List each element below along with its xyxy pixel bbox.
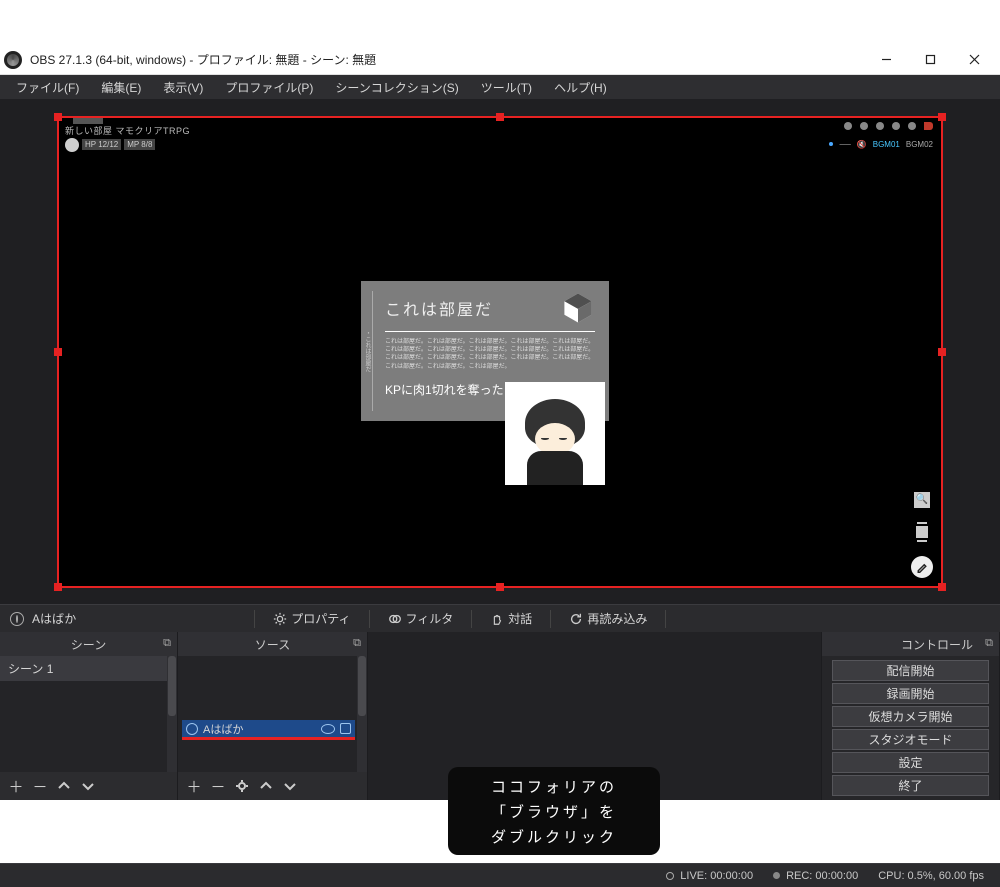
- context-source-name: Aはばか: [32, 610, 76, 627]
- scrollbar[interactable]: [167, 656, 177, 772]
- scenes-title: シーン: [71, 636, 106, 653]
- annotation-arrow: [380, 803, 440, 817]
- rec-time: REC: 00:00:00: [786, 870, 858, 882]
- filters-label: フィルタ: [406, 610, 454, 627]
- scenes-toolbar: ＋ －: [0, 772, 177, 800]
- record-icon: [773, 872, 780, 879]
- preview-area: 新しい部屋 マモクリアTRPG HP 12/12 MP 8/8 ── 🔇 BGM…: [0, 99, 1000, 604]
- menu-file[interactable]: ファイル(F): [6, 76, 89, 99]
- annotation-line3: ダブルクリック: [491, 826, 617, 847]
- preview-canvas[interactable]: 新しい部屋 マモクリアTRPG HP 12/12 MP 8/8 ── 🔇 BGM…: [57, 116, 943, 588]
- source-properties-button[interactable]: [232, 776, 252, 796]
- move-scene-down-button[interactable]: [78, 776, 98, 796]
- menubar: ファイル(F) 編集(E) 表示(V) プロファイル(P) シーンコレクション(…: [0, 75, 1000, 99]
- sources-dock: ソース ⧉ Aはばか ＋ －: [178, 632, 368, 800]
- controls-header[interactable]: コントロール ⧉: [822, 632, 999, 656]
- properties-button[interactable]: プロパティ: [265, 607, 358, 630]
- selection-box[interactable]: [57, 116, 943, 588]
- scenes-dock: シーン ⧉ シーン 1 ＋ －: [0, 632, 178, 800]
- app-window: OBS 27.1.3 (64-bit, windows) - プロファイル: 無…: [0, 45, 1000, 887]
- menu-view[interactable]: 表示(V): [153, 76, 213, 99]
- sources-list[interactable]: Aはばか: [178, 656, 367, 772]
- popout-icon[interactable]: ⧉: [985, 637, 993, 650]
- add-scene-button[interactable]: ＋: [6, 776, 26, 796]
- broadcast-icon: [666, 872, 674, 880]
- status-bar: LIVE: 00:00:00 REC: 00:00:00 CPU: 0.5%, …: [0, 863, 1000, 887]
- reload-icon: [569, 612, 583, 626]
- titlebar: OBS 27.1.3 (64-bit, windows) - プロファイル: 無…: [0, 45, 1000, 75]
- lock-toggle[interactable]: [340, 723, 351, 734]
- source-item-label: Aはばか: [203, 721, 244, 737]
- menu-tools[interactable]: ツール(T): [471, 76, 542, 99]
- start-vcam-button[interactable]: 仮想カメラ開始: [832, 706, 989, 727]
- cpu-status: CPU: 0.5%, 60.00 fps: [878, 870, 984, 882]
- exit-button[interactable]: 終了: [832, 775, 989, 796]
- move-scene-up-button[interactable]: [54, 776, 74, 796]
- window-title: OBS 27.1.3 (64-bit, windows) - プロファイル: 無…: [30, 51, 376, 68]
- interact-button[interactable]: 対話: [482, 607, 540, 630]
- visibility-toggle[interactable]: [321, 724, 335, 734]
- globe-icon: [10, 612, 24, 626]
- annotation-callout: ココフォリアの 「ブラウザ」を ダブルクリック: [448, 767, 660, 855]
- studio-mode-button[interactable]: スタジオモード: [832, 729, 989, 750]
- source-context-toolbar: Aはばか プロパティ フィルタ 対話 再読み込み: [0, 604, 1000, 632]
- scene-item[interactable]: シーン 1: [0, 656, 177, 681]
- menu-help[interactable]: ヘルプ(H): [544, 76, 617, 99]
- start-stream-button[interactable]: 配信開始: [832, 660, 989, 681]
- hand-icon: [490, 612, 504, 626]
- move-source-down-button[interactable]: [280, 776, 300, 796]
- rec-status: REC: 00:00:00: [773, 870, 858, 882]
- move-source-up-button[interactable]: [256, 776, 276, 796]
- close-button[interactable]: [952, 45, 996, 75]
- scenes-list[interactable]: シーン 1: [0, 656, 177, 772]
- start-record-button[interactable]: 録画開始: [832, 683, 989, 704]
- minimize-button[interactable]: [864, 45, 908, 75]
- source-item[interactable]: Aはばか: [182, 720, 355, 740]
- remove-scene-button[interactable]: －: [30, 776, 50, 796]
- reload-label: 再読み込み: [587, 610, 647, 627]
- scenes-header[interactable]: シーン ⧉: [0, 632, 177, 656]
- live-status: LIVE: 00:00:00: [666, 870, 753, 882]
- filter-icon: [388, 612, 402, 626]
- globe-icon: [186, 723, 198, 735]
- controls-dock: コントロール ⧉ 配信開始 録画開始 仮想カメラ開始 スタジオモード 設定 終了: [822, 632, 1000, 800]
- annotation-line2: 「ブラウザ」を: [491, 801, 617, 822]
- popout-icon[interactable]: ⧉: [163, 637, 171, 650]
- filters-button[interactable]: フィルタ: [380, 607, 462, 630]
- menu-edit[interactable]: 編集(E): [91, 76, 151, 99]
- add-source-button[interactable]: ＋: [184, 776, 204, 796]
- reload-button[interactable]: 再読み込み: [561, 607, 655, 630]
- menu-scenecollection[interactable]: シーンコレクション(S): [325, 76, 468, 99]
- properties-label: プロパティ: [291, 610, 350, 627]
- annotation-line1: ココフォリアの: [491, 776, 617, 797]
- obs-logo-icon: [4, 51, 22, 69]
- maximize-button[interactable]: [908, 45, 952, 75]
- sources-title: ソース: [255, 636, 290, 653]
- gear-icon: [273, 612, 287, 626]
- live-time: LIVE: 00:00:00: [680, 870, 753, 882]
- sources-toolbar: ＋ －: [178, 772, 367, 800]
- scrollbar[interactable]: [357, 656, 367, 772]
- remove-source-button[interactable]: －: [208, 776, 228, 796]
- menu-profile[interactable]: プロファイル(P): [215, 76, 323, 99]
- popout-icon[interactable]: ⧉: [353, 637, 361, 650]
- interact-label: 対話: [508, 610, 532, 627]
- controls-title: コントロール: [901, 636, 973, 653]
- sources-header[interactable]: ソース ⧉: [178, 632, 367, 656]
- settings-button[interactable]: 設定: [832, 752, 989, 773]
